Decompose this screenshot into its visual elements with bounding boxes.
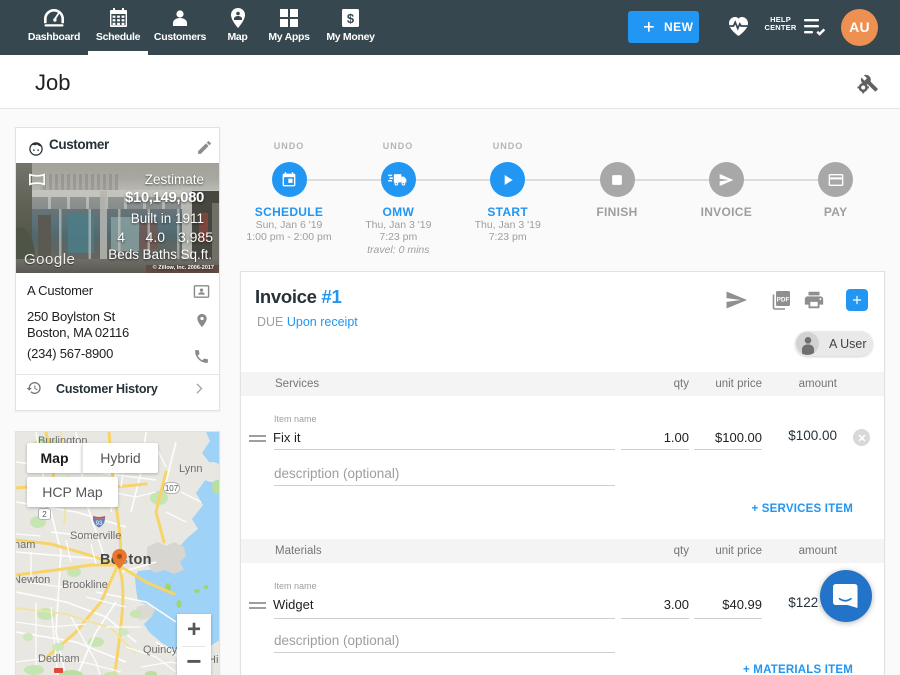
svg-text:PDF: PDF xyxy=(777,297,790,304)
svg-text:93: 93 xyxy=(96,521,103,527)
svg-text:$: $ xyxy=(347,11,355,26)
